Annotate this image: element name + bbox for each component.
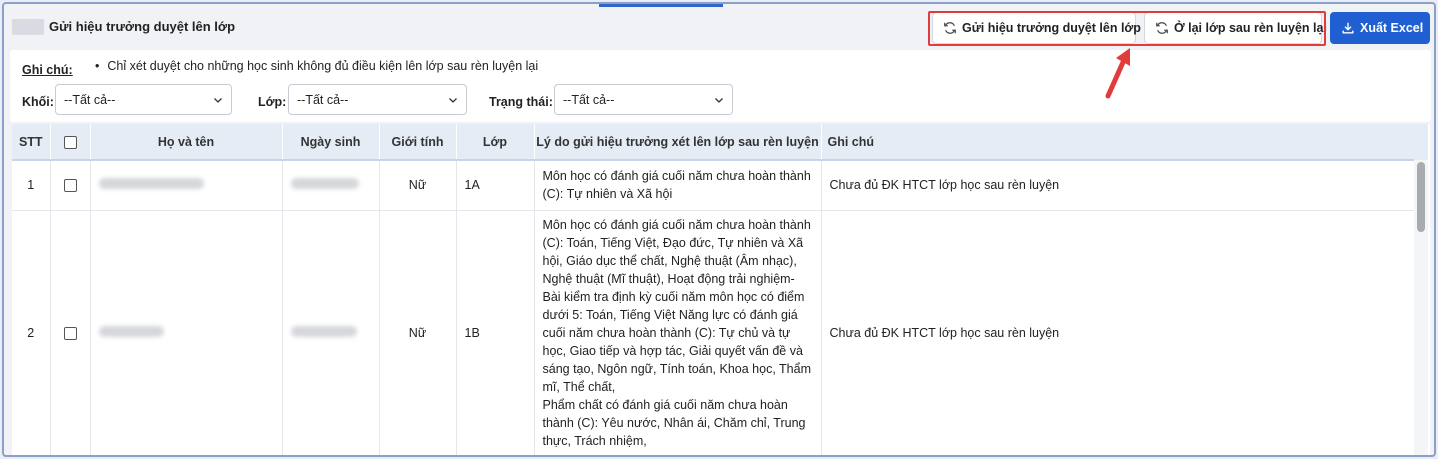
- class-filter-label: Lớp:: [258, 95, 287, 109]
- row-checkbox[interactable]: [63, 179, 77, 193]
- row-class: 1A: [456, 160, 535, 211]
- page-header: Gửi hiệu trưởng duyệt lên lớp Gửi hiệu t…: [4, 4, 1434, 50]
- row-checkbox-cell: [50, 160, 91, 211]
- grade-select[interactable]: --Tất cả--: [55, 84, 232, 115]
- send-principal-label: Gửi hiệu trưởng duyệt lên lớp: [962, 21, 1141, 35]
- col-stt: STT: [12, 124, 51, 161]
- status-select-value: --Tất cả--: [563, 92, 615, 107]
- row-checkbox-cell: [50, 210, 91, 455]
- scrollbar-header: [1414, 124, 1428, 160]
- row-checkbox[interactable]: [63, 326, 77, 340]
- row-class: 1B: [456, 210, 535, 455]
- stay-in-class-label: Ở lại lớp sau rèn luyện lại: [1174, 21, 1327, 35]
- class-select-value: --Tất cả--: [297, 92, 349, 107]
- col-name[interactable]: Họ và tên: [90, 124, 283, 161]
- send-principal-button[interactable]: Gửi hiệu trưởng duyệt lên lớp: [932, 12, 1141, 44]
- row-note: Chưa đủ ĐK HTCT lớp học sau rèn luyện: [821, 210, 1415, 455]
- vertical-scrollbar[interactable]: [1414, 124, 1428, 455]
- grade-select-value: --Tất cả--: [64, 92, 116, 107]
- row-dob: [282, 210, 380, 455]
- note-label: Ghi chú:: [22, 63, 73, 77]
- row-reason-part1: Môn học có đánh giá cuối năm chưa hoàn t…: [542, 217, 812, 394]
- class-select[interactable]: --Tất cả--: [288, 84, 467, 115]
- grade-filter-label: Khối:: [22, 95, 54, 109]
- col-dob[interactable]: Ngày sinh: [282, 124, 380, 161]
- row-stt: 1: [12, 160, 51, 211]
- blurred-name: [98, 325, 164, 337]
- blurred-name: [98, 178, 204, 190]
- filter-panel: Ghi chú: Chỉ xét duyệt cho những học sin…: [10, 50, 1431, 122]
- row-name: [90, 160, 283, 211]
- page-title: Gửi hiệu trưởng duyệt lên lớp: [49, 19, 236, 34]
- blurred-dob: [290, 325, 357, 337]
- col-class[interactable]: Lớp: [456, 124, 535, 161]
- row-gender: Nữ: [379, 210, 457, 455]
- download-icon: [1341, 20, 1355, 36]
- blurred-dob: [290, 178, 359, 190]
- row-name: [90, 210, 283, 455]
- col-note: Ghi chú: [821, 124, 1415, 161]
- row-reason: Môn học có đánh giá cuối năm chưa hoàn t…: [534, 210, 822, 455]
- table-row: 1 Nữ 1A Môn học có đánh giá cuối năm chư…: [12, 160, 1415, 211]
- table-header-row: STT Họ và tên Ngày sinh Giới tính Lớp Lý…: [12, 124, 1415, 161]
- row-stt: 2: [12, 210, 51, 455]
- col-gender[interactable]: Giới tính: [379, 124, 457, 161]
- status-select[interactable]: --Tất cả--: [554, 84, 733, 115]
- chevron-down-icon: [214, 97, 222, 103]
- row-gender: Nữ: [379, 160, 457, 211]
- stay-in-class-button[interactable]: Ở lại lớp sau rèn luyện lại: [1144, 12, 1327, 44]
- status-filter-label: Trạng thái:: [489, 95, 553, 109]
- note-text: Chỉ xét duyệt cho những học sinh không đ…: [95, 59, 538, 73]
- row-dob: [282, 160, 380, 211]
- select-all-checkbox[interactable]: [63, 135, 77, 149]
- chevron-down-icon: [449, 97, 457, 103]
- scrollbar-thumb[interactable]: [1417, 162, 1425, 232]
- blurred-label: [12, 19, 44, 35]
- row-note: Chưa đủ ĐK HTCT lớp học sau rèn luyện: [821, 160, 1415, 211]
- refresh-icon: [1155, 20, 1169, 36]
- export-excel-button[interactable]: Xuất Excel: [1330, 12, 1430, 44]
- table-row: 2 Nữ 1B Môn học có đánh giá cuối năm chư…: [12, 210, 1415, 455]
- app-window: Gửi hiệu trưởng duyệt lên lớp Gửi hiệu t…: [2, 2, 1436, 457]
- row-reason-part2: Phẩm chất có đánh giá cuối năm chưa hoàn…: [542, 397, 806, 448]
- col-reason: Lý do gửi hiệu trưởng xét lên lớp sau rè…: [534, 124, 822, 161]
- chevron-down-icon: [715, 97, 723, 103]
- refresh-icon: [943, 20, 957, 36]
- col-select-all: [50, 124, 91, 161]
- students-table: STT Họ và tên Ngày sinh Giới tính Lớp Lý…: [12, 124, 1430, 455]
- red-arrow-icon: [1105, 48, 1130, 99]
- export-excel-label: Xuất Excel: [1360, 21, 1424, 35]
- row-reason: Môn học có đánh giá cuối năm chưa hoàn t…: [534, 160, 822, 211]
